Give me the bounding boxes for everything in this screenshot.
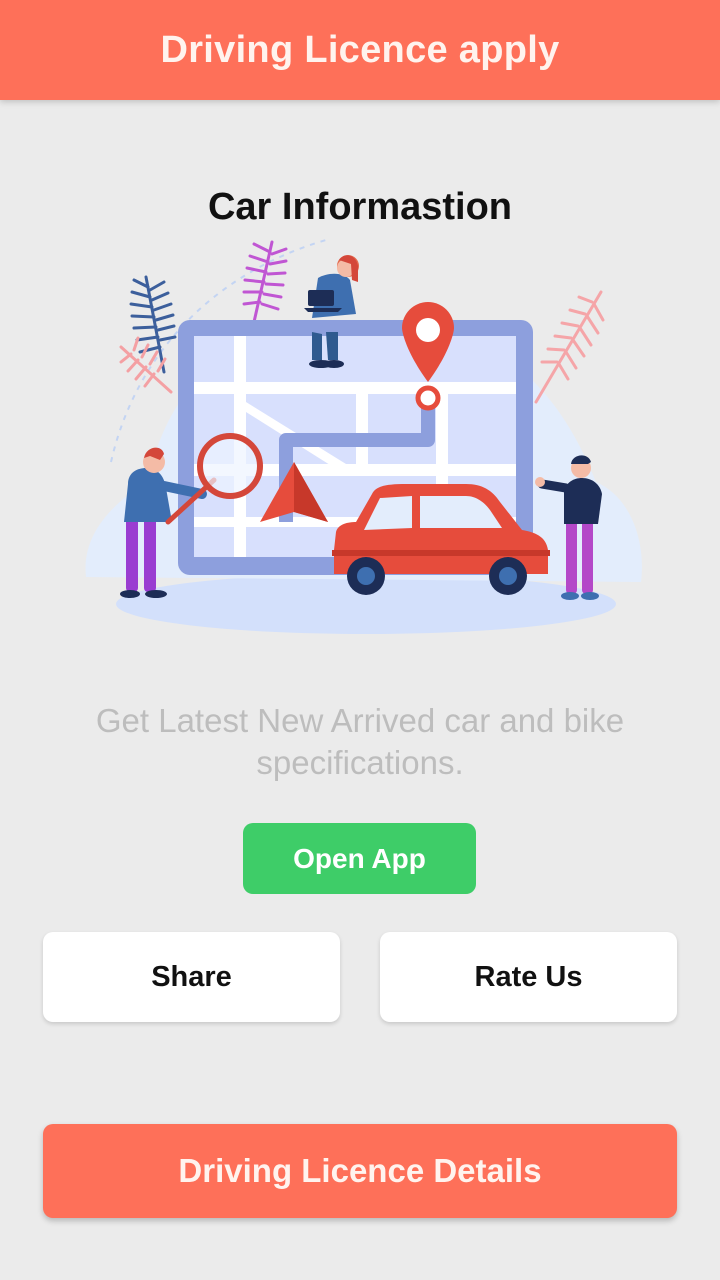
magnifier-icon	[197, 433, 263, 499]
leaf-plant-top	[242, 240, 288, 324]
leaf-plant-left	[119, 275, 177, 394]
app-title: Driving Licence apply	[160, 28, 560, 71]
share-button[interactable]: Share	[43, 932, 340, 1022]
rate-us-label: Rate Us	[474, 960, 583, 993]
share-label: Share	[151, 960, 232, 993]
leaf-plant-right	[534, 290, 605, 404]
rate-us-button[interactable]: Rate Us	[380, 932, 677, 1022]
open-app-label: Open App	[293, 842, 426, 874]
driving-licence-details-button[interactable]: Driving Licence Details	[43, 1124, 677, 1218]
subtitle-text: Get Latest New Arrived car and bike spec…	[95, 702, 625, 781]
map-navigation-illustration	[85, 239, 642, 634]
app-bar: Driving Licence apply	[0, 0, 720, 100]
driving-licence-details-label: Driving Licence Details	[178, 1152, 542, 1189]
open-app-button[interactable]: Open App	[243, 823, 476, 894]
section-title: Car Informastion	[207, 186, 513, 228]
